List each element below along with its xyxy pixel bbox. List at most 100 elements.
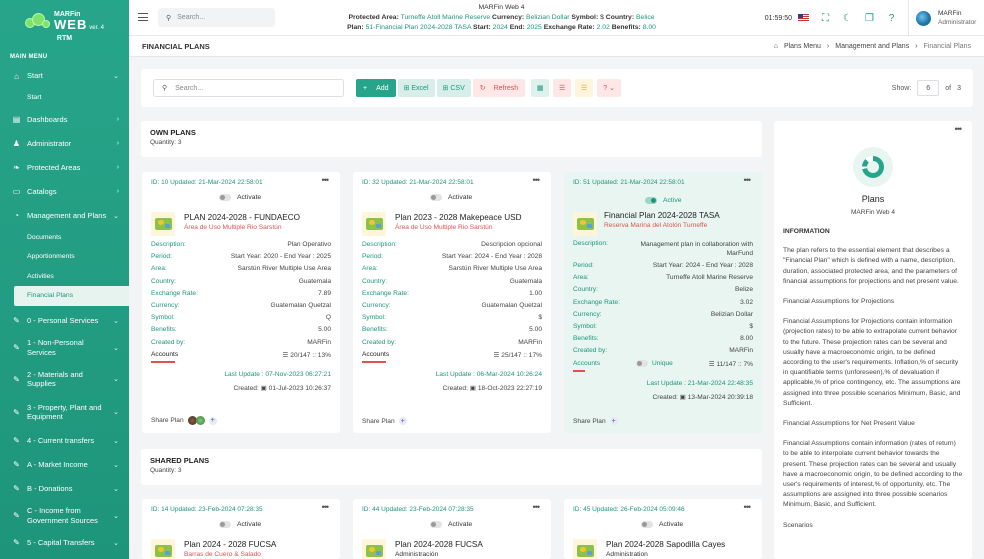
shared-plan-card[interactable]: ID: 45 Updated: 26-Feb-2024 05:09:46 •••… bbox=[564, 499, 762, 559]
refresh-icon: ↻ bbox=[479, 85, 486, 92]
plan-card[interactable]: ID: 32 Updated: 21-Mar-2024 22:58:01 •••… bbox=[353, 172, 551, 433]
logo-version: ver. 4 bbox=[89, 24, 104, 31]
plan-title[interactable]: Plan 2024-2028 FUCSA bbox=[395, 540, 483, 549]
nav-donations[interactable]: ✎ B - Donations ⌄ bbox=[0, 477, 129, 501]
created-date: Created: ▣ 01-Jul-2023 10:26:37 bbox=[233, 385, 331, 393]
symbol-value: $ bbox=[600, 14, 604, 21]
toggle-switch[interactable] bbox=[430, 521, 442, 528]
nav-current-transfers[interactable]: ✎ 4 - Current transfers ⌄ bbox=[0, 429, 129, 453]
accounts-label: Accounts bbox=[362, 351, 390, 359]
help-icon[interactable]: ? bbox=[886, 13, 897, 24]
chevron-down-icon: ⌄ bbox=[113, 73, 119, 80]
nav-administrator[interactable]: ♟ Administrator › bbox=[0, 132, 129, 156]
nav-catalogs[interactable]: ▭ Catalogs › bbox=[0, 180, 129, 204]
menu-toggle-icon[interactable] bbox=[138, 13, 148, 21]
activate-toggle[interactable]: Activate bbox=[641, 521, 683, 528]
plan-title[interactable]: PLAN 2024-2028 - FUNDAECO bbox=[184, 213, 300, 222]
add-button[interactable]: + Add bbox=[356, 79, 396, 97]
nav-non-personal-services[interactable]: ✎ 1 - Non-Personal Services ⌄ bbox=[0, 333, 129, 363]
nav-protected-areas[interactable]: ❧ Protected Areas › bbox=[0, 156, 129, 180]
excel-button[interactable]: ⊞ Excel bbox=[397, 79, 435, 97]
nav-management-and-plans[interactable]: ◔ Management and Plans ⌄ bbox=[0, 204, 129, 228]
toggle-switch[interactable] bbox=[635, 360, 648, 367]
us-flag-icon[interactable] bbox=[798, 14, 809, 22]
more-options-icon[interactable]: ••• bbox=[955, 124, 963, 134]
help-dropdown-icon[interactable]: ? ⌄ bbox=[597, 79, 622, 97]
fullscreen-icon[interactable]: ⛶ bbox=[820, 13, 831, 24]
nav-personal-services[interactable]: ✎ 0 - Personal Services ⌄ bbox=[0, 309, 129, 333]
sidebar: MARFin WEB ver. 4 RTM MAIN MENU ⌂ Start … bbox=[0, 0, 129, 559]
money-icon: ✎ bbox=[13, 407, 20, 417]
copy-icon[interactable]: ❐ bbox=[864, 13, 875, 24]
plan-area-subtitle: Área de Uso Multiple Rio Sarstún bbox=[395, 224, 493, 231]
plan-title[interactable]: Plan 2024 - 2028 FUCSA bbox=[184, 540, 276, 549]
nav-apportionments[interactable]: Apportionments bbox=[0, 247, 129, 267]
nav-materials-and-supplies[interactable]: ✎ 2 - Materials and Supplies ⌄ bbox=[0, 363, 129, 396]
more-options-icon[interactable]: ••• bbox=[322, 502, 330, 512]
breadcrumb-plans-menu[interactable]: Plans Menu bbox=[784, 43, 821, 50]
breadcrumb-management[interactable]: Management and Plans bbox=[835, 43, 909, 50]
toggle-switch[interactable] bbox=[219, 521, 231, 528]
activate-toggle[interactable]: Activate bbox=[430, 521, 472, 528]
map-icon bbox=[151, 212, 175, 236]
toggle-switch[interactable] bbox=[219, 194, 231, 201]
unique-toggle[interactable]: Unique bbox=[635, 360, 673, 367]
chevron-down-icon: ⌄ bbox=[113, 512, 119, 520]
nav-documents[interactable]: Documents bbox=[0, 228, 129, 248]
more-options-icon[interactable]: ••• bbox=[744, 502, 752, 512]
toggle-switch[interactable] bbox=[645, 197, 657, 204]
more-options-icon[interactable]: ••• bbox=[533, 502, 541, 512]
more-options-icon[interactable]: ••• bbox=[744, 175, 752, 185]
add-share-icon[interactable]: + bbox=[398, 417, 407, 425]
money-icon: ✎ bbox=[13, 374, 20, 384]
active-toggle[interactable]: Active bbox=[645, 197, 682, 204]
activate-toggle[interactable]: Activate bbox=[219, 521, 261, 528]
page-size-input[interactable]: 6 bbox=[917, 80, 940, 96]
more-options-icon[interactable]: ••• bbox=[322, 175, 330, 185]
rate-value: 2.02 bbox=[596, 24, 610, 31]
compact-view-icon[interactable]: ☰ bbox=[575, 79, 594, 97]
avatar bbox=[916, 10, 931, 26]
nav-property-plant-equipment[interactable]: ✎ 3 - Property, Plant and Equipment ⌄ bbox=[0, 396, 129, 429]
nav-capital-transfers[interactable]: ✎ 5 - Capital Transfers ⌄ bbox=[0, 531, 129, 555]
nav-dashboards[interactable]: ▤ Dashboards › bbox=[0, 108, 129, 132]
toggle-switch[interactable] bbox=[641, 521, 653, 528]
more-options-icon[interactable]: ••• bbox=[533, 175, 541, 185]
plan-title[interactable]: Plan 2024-2028 Sapodilla Cayes bbox=[606, 540, 725, 549]
csv-button[interactable]: ⊞ CSV bbox=[436, 79, 471, 97]
nav-financial-plans[interactable]: Financial Plans bbox=[14, 286, 129, 306]
chevron-down-icon: ⌄ bbox=[113, 317, 119, 325]
nav-market-income[interactable]: ✎ A - Market Income ⌄ bbox=[0, 453, 129, 477]
nav-activities[interactable]: Activities bbox=[0, 267, 129, 287]
nav-income-government[interactable]: ✎ C - Income from Government Sources ⌄ bbox=[0, 501, 129, 531]
gauge-icon: ◔ bbox=[14, 211, 19, 220]
show-label: Show: bbox=[891, 84, 912, 92]
plan-card[interactable]: ID: 10 Updated: 21-Mar-2024 22:58:01 •••… bbox=[142, 172, 340, 433]
nav-sub-start[interactable]: Start bbox=[0, 88, 129, 108]
context-info: MARFin Web 4 Protected Area: Turneffe At… bbox=[289, 3, 714, 33]
info-title: Plans bbox=[861, 194, 885, 204]
add-share-icon[interactable]: + bbox=[208, 416, 217, 425]
plan-title[interactable]: Financial Plan 2024-2028 TASA bbox=[604, 211, 720, 220]
moon-icon[interactable]: ☾ bbox=[842, 13, 853, 24]
list-view-icon[interactable]: ☰ bbox=[553, 79, 572, 97]
activate-toggle[interactable]: Activate bbox=[430, 194, 472, 201]
plan-title[interactable]: Plan 2023 - 2028 Makepeace USD bbox=[395, 213, 522, 222]
toggle-switch[interactable] bbox=[430, 194, 442, 201]
activate-toggle[interactable]: Activate bbox=[219, 194, 261, 201]
nav-start[interactable]: ⌂ Start ⌄ bbox=[0, 64, 129, 88]
plans-search-input[interactable]: ⚲ Search... bbox=[153, 79, 344, 97]
refresh-button[interactable]: ↻ Refresh bbox=[472, 79, 526, 97]
plan-area-subtitle: Reserva Marina del Atolón Turneffe bbox=[604, 222, 708, 229]
plan-card-active[interactable]: ID: 51 Updated: 21-Mar-2024 22:58:01 •••… bbox=[564, 172, 762, 433]
shared-plan-card[interactable]: ID: 44 Updated: 23-Feb-2024 07:28:35 •••… bbox=[353, 499, 551, 559]
own-plans-header: OWN PLANS Quantity: 3 bbox=[141, 121, 762, 157]
user-menu[interactable]: MARFin Administrator bbox=[908, 0, 984, 36]
chevron-right-icon: › bbox=[116, 188, 119, 195]
global-search-input[interactable]: ⚲ Search... bbox=[158, 8, 275, 27]
add-share-icon[interactable]: + bbox=[609, 417, 618, 425]
shared-plan-card[interactable]: ID: 14 Updated: 23-Feb-2024 07:28:35 •••… bbox=[142, 499, 340, 559]
chevron-down-icon: ⌄ bbox=[113, 485, 119, 493]
page-header: FINANCIAL PLANS ⌂ Plans Menu › Managemen… bbox=[129, 36, 984, 57]
grid-view-icon[interactable]: ▦ bbox=[531, 79, 550, 97]
